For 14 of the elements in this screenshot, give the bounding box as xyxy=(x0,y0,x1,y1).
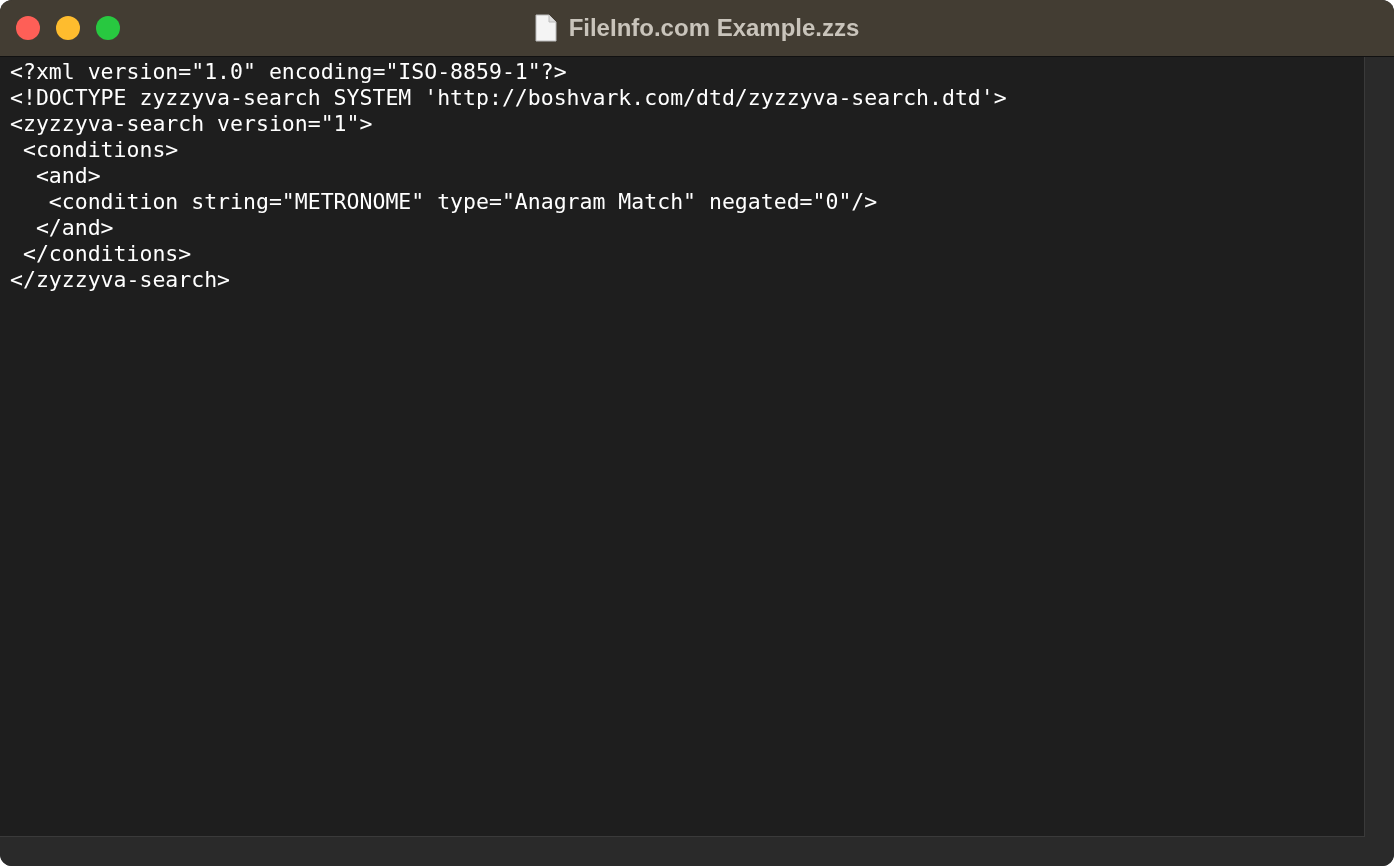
document-icon xyxy=(534,14,557,42)
code-line: <and> xyxy=(34,163,102,189)
window-title: FileInfo.com Example.zzs xyxy=(568,14,860,42)
code-line: <?xml version="1.0" encoding="ISO-8859-1"?> xyxy=(10,59,568,85)
minimize-button[interactable] xyxy=(56,16,80,40)
code-line: <zyzzyva-search version="1"> xyxy=(10,111,374,137)
code-line: <condition string="METRONOME" type="Anagram Match" negated="0"/> xyxy=(47,189,879,215)
code-line: <conditions> xyxy=(21,137,180,163)
code-line: </zyzzyva-search> xyxy=(10,267,232,293)
close-button[interactable] xyxy=(16,16,40,40)
zoom-button[interactable] xyxy=(96,16,120,40)
code-line: </and> xyxy=(34,215,115,241)
code-line: <!DOCTYPE zyzzyva-search SYSTEM 'http://boshvark.com/dtd/zyzzyva-search.dtd'> xyxy=(10,85,1008,111)
code-line: </conditions> xyxy=(21,241,193,267)
